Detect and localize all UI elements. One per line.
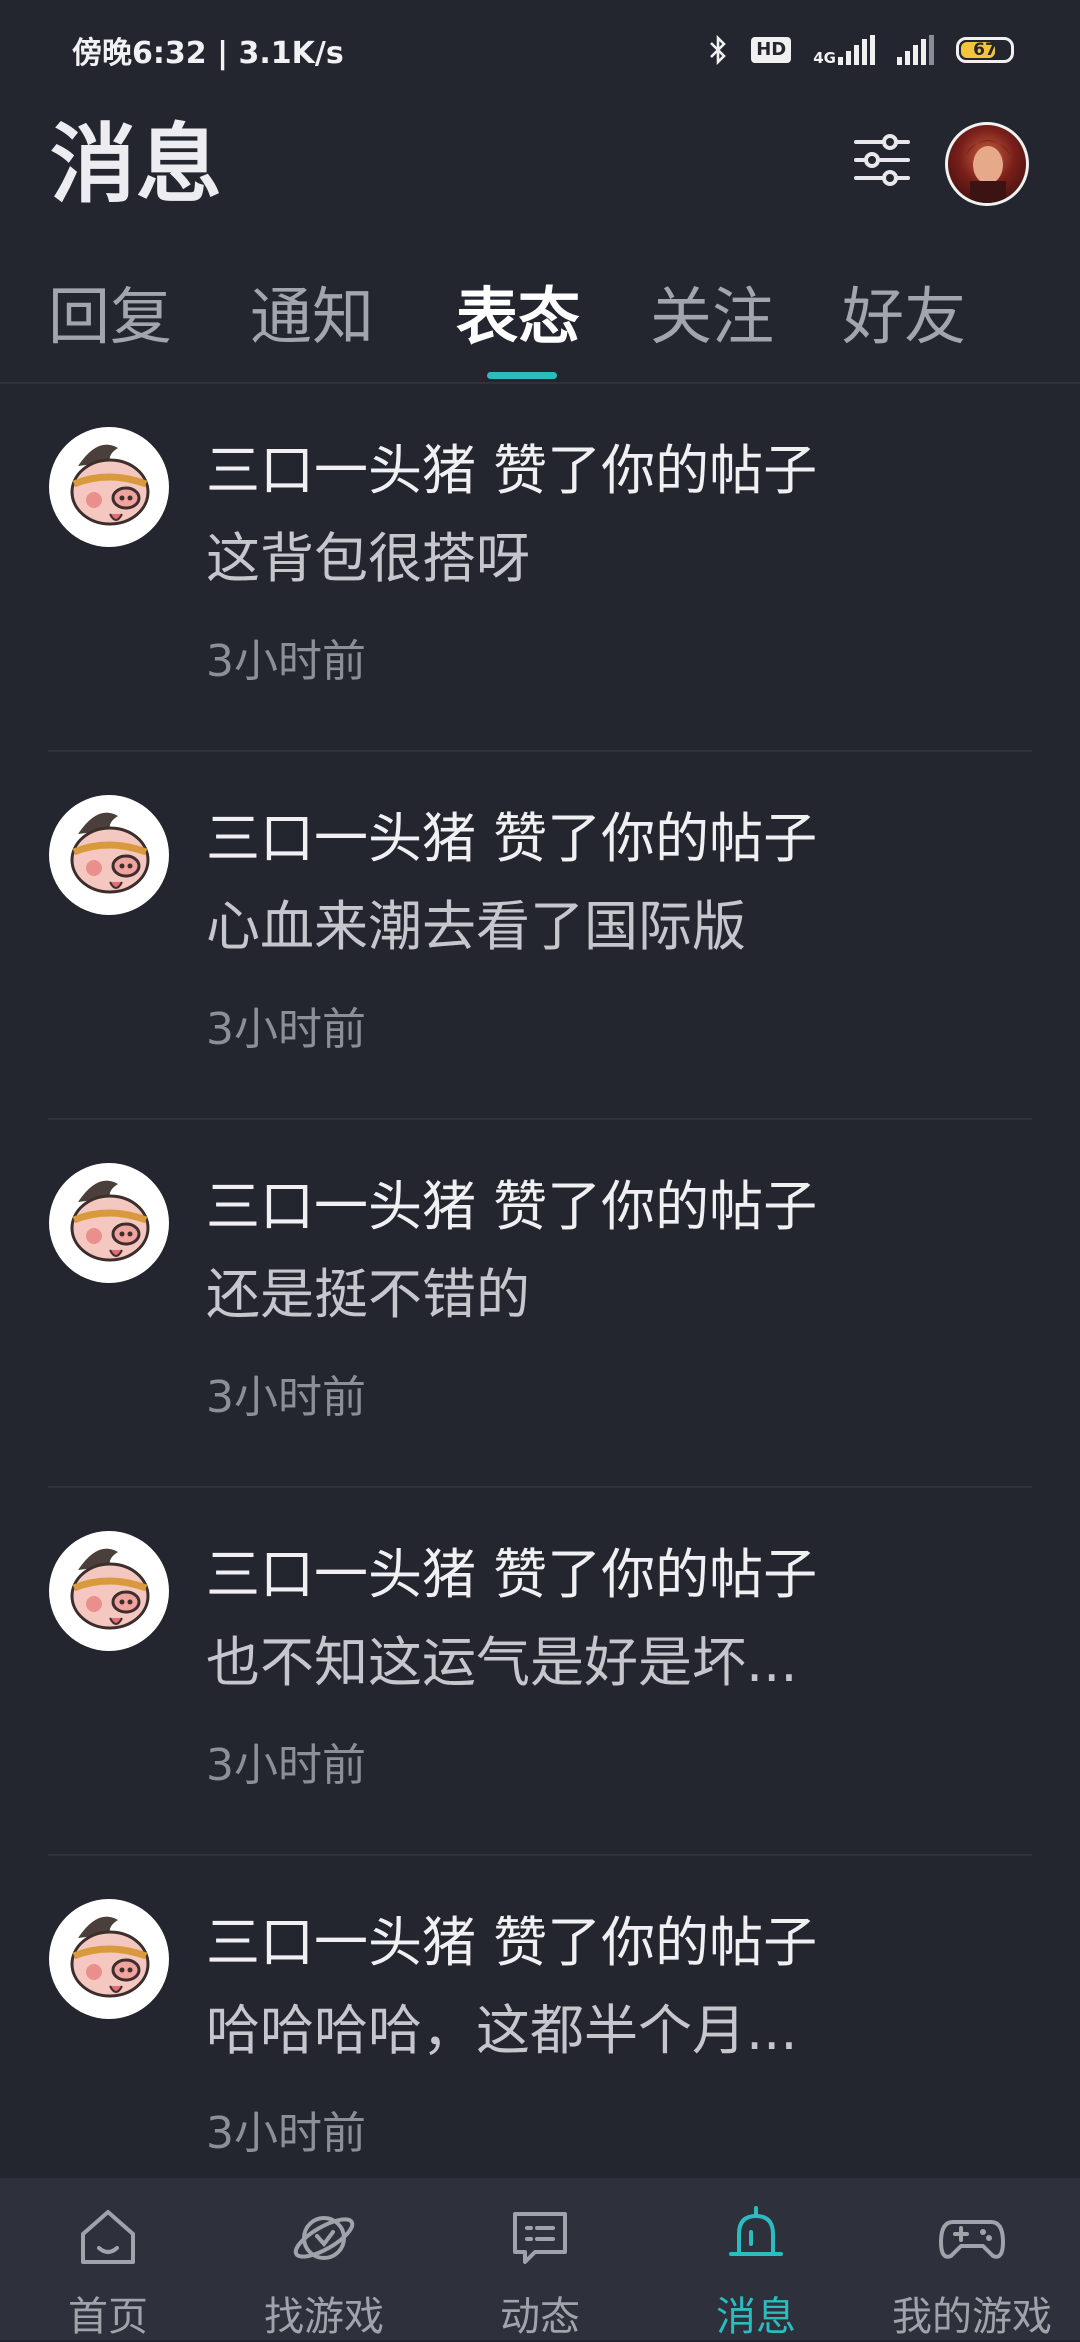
battery-icon: 67 xyxy=(956,37,1014,63)
nav-label: 我的游戏 xyxy=(892,2294,1052,2340)
list-item[interactable]: 三口一头猪 赞了你的帖子 这背包很搭呀 3小时前 xyxy=(48,384,1032,752)
tab-notifications[interactable]: 通知 xyxy=(250,272,374,362)
message-time: 3小时前 xyxy=(206,2108,366,2159)
pig-avatar-icon[interactable] xyxy=(48,794,170,916)
pig-avatar-icon[interactable] xyxy=(48,1162,170,1284)
message-time: 3小时前 xyxy=(206,1004,366,1055)
nav-find-games[interactable]: 找游戏 xyxy=(216,2178,432,2340)
list-item[interactable]: 三口一头猪 赞了你的帖子 还是挺不错的 3小时前 xyxy=(48,1120,1032,1488)
list-item[interactable]: 三口一头猪 赞了你的帖子 心血来潮去看了国际版 3小时前 xyxy=(48,752,1032,1120)
header: 消息 xyxy=(0,110,1080,230)
filter-settings-icon[interactable] xyxy=(852,130,912,190)
message-body: 心血来潮去看了国际版 xyxy=(206,895,746,958)
pig-avatar-icon[interactable] xyxy=(48,426,170,548)
nav-label: 动态 xyxy=(500,2294,580,2340)
message-list: 三口一头猪 赞了你的帖子 这背包很搭呀 3小时前 三口一头猪 赞了你的帖子 心血… xyxy=(0,384,1080,2224)
tab-reactions[interactable]: 表态 xyxy=(456,272,580,362)
user-avatar[interactable] xyxy=(945,122,1029,206)
status-icons: HD 4G 67 xyxy=(707,34,1014,66)
nav-label: 首页 xyxy=(68,2294,148,2340)
tab-bar: 回复 通知 表态 关注 好友 xyxy=(0,262,1080,384)
battery-level: 67 xyxy=(973,40,997,60)
pig-avatar-icon[interactable] xyxy=(48,1530,170,1652)
tab-following[interactable]: 关注 xyxy=(650,272,774,362)
gamepad-icon xyxy=(939,2220,1005,2259)
message-time: 3小时前 xyxy=(206,636,366,687)
message-body: 还是挺不错的 xyxy=(206,1263,530,1326)
message-title: 三口一头猪 赞了你的帖子 xyxy=(206,1911,818,1974)
message-body: 这背包很搭呀 xyxy=(206,527,530,590)
status-bar: 傍晚6:32 | 3.1K/s HD 4G 67 xyxy=(0,0,1080,100)
message-title: 三口一头猪 赞了你的帖子 xyxy=(206,1543,818,1606)
list-item[interactable]: 三口一头猪 赞了你的帖子 也不知这运气是好是坏... 3小时前 xyxy=(48,1488,1032,1856)
nav-my-games[interactable]: 我的游戏 xyxy=(864,2178,1080,2340)
message-title: 三口一头猪 赞了你的帖子 xyxy=(206,1175,818,1238)
message-body: 也不知这运气是好是坏... xyxy=(206,1631,798,1694)
chat-icon xyxy=(513,2212,567,2264)
planet-icon xyxy=(293,2216,355,2260)
pig-avatar-icon[interactable] xyxy=(48,1898,170,2020)
status-time: 傍晚6:32 | 3.1K/s xyxy=(72,36,344,71)
bottom-nav: 首页 找游戏 动态 消息 我的游戏 xyxy=(0,2178,1080,2340)
message-body: 哈哈哈哈，这都半个月... xyxy=(206,1999,798,2062)
cellular-signal-icon xyxy=(897,35,934,65)
nav-label: 消息 xyxy=(716,2294,796,2340)
cellular-4g-icon: 4G xyxy=(813,35,875,66)
message-time: 3小时前 xyxy=(206,1372,366,1423)
nav-messages[interactable]: 消息 xyxy=(648,2178,864,2340)
tab-replies[interactable]: 回复 xyxy=(48,272,172,362)
active-tab-indicator xyxy=(487,372,557,379)
bell-icon xyxy=(729,2206,783,2256)
nav-label: 找游戏 xyxy=(264,2294,384,2340)
tab-friends[interactable]: 好友 xyxy=(842,272,966,362)
nav-home[interactable]: 首页 xyxy=(0,2178,216,2340)
hd-badge: HD xyxy=(751,37,792,63)
message-time: 3小时前 xyxy=(206,1740,366,1791)
list-item[interactable]: 三口一头猪 赞了你的帖子 哈哈哈哈，这都半个月... 3小时前 xyxy=(48,1856,1032,2224)
nav-feed[interactable]: 动态 xyxy=(432,2178,648,2340)
page-title: 消息 xyxy=(50,115,222,215)
bluetooth-icon xyxy=(710,34,727,66)
message-title: 三口一头猪 赞了你的帖子 xyxy=(206,439,818,502)
home-icon xyxy=(81,2210,135,2264)
message-title: 三口一头猪 赞了你的帖子 xyxy=(206,807,818,870)
